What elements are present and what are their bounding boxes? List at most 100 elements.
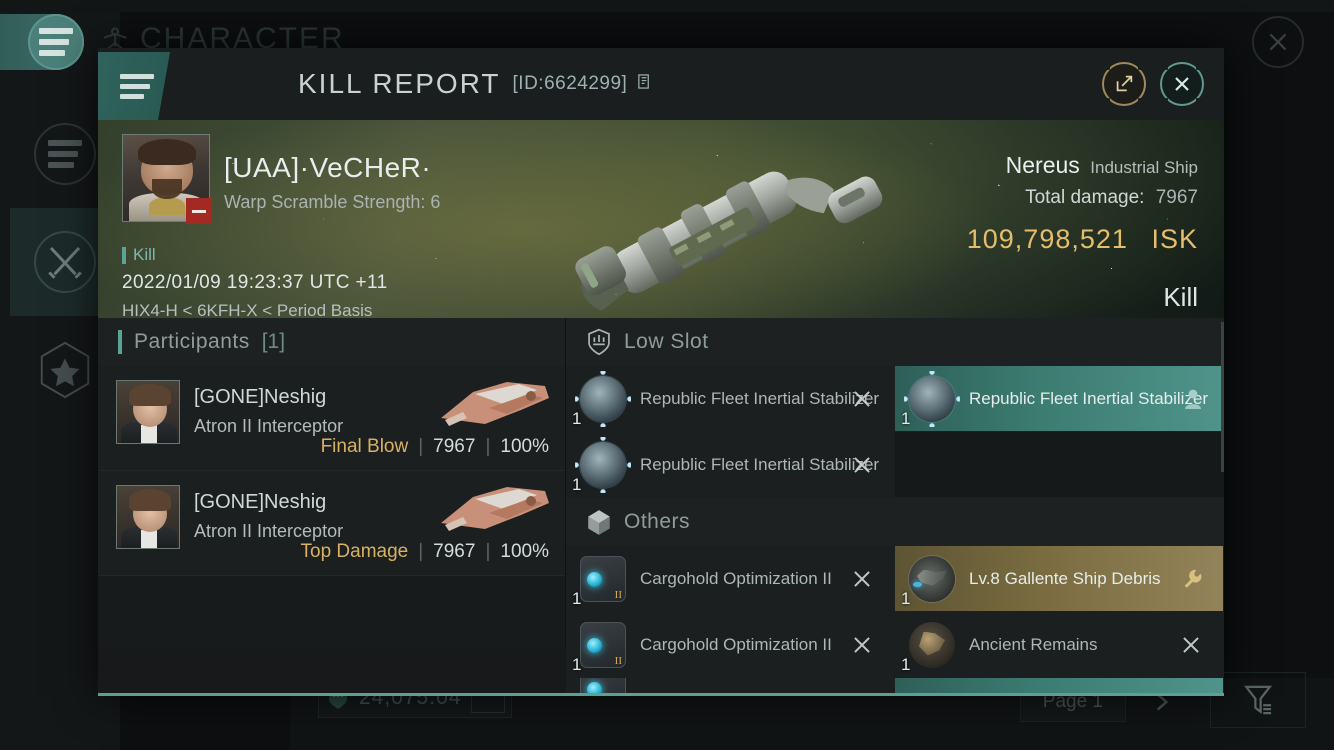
total-damage-label: Total damage: [1025, 187, 1145, 208]
low-slot-shield-icon [588, 328, 610, 356]
ship-class: Industrial Ship [1090, 158, 1198, 177]
participant-percent: 100% [500, 541, 549, 562]
background-filter-button[interactable] [1210, 672, 1306, 728]
inertial-stabilizer-icon [904, 370, 960, 427]
victim-portrait-wrap[interactable] [122, 134, 212, 224]
share-button[interactable] [1102, 62, 1146, 106]
share-external-icon [1116, 75, 1133, 92]
hamburger-menu-icon [120, 73, 154, 99]
section-accent-bar [118, 330, 122, 354]
background-menu-button[interactable] [28, 14, 84, 70]
copy-icon[interactable] [637, 73, 652, 90]
participants-panel: Participants [1] [GONE]Neshig Atron II I… [98, 318, 566, 648]
person-icon[interactable] [1183, 388, 1203, 410]
item-quantity: 1 [572, 655, 582, 674]
participant-damage: 7967 [433, 436, 476, 457]
atron-ship-icon [441, 487, 549, 531]
modal-header: KILL REPORT [ID:6624299] [98, 48, 1224, 120]
participant-name: [GONE]Neshig [194, 386, 327, 408]
modal-header-actions [1102, 62, 1204, 106]
loot-panel: Low Slot 1 Republic Fleet Inertial Stabi… [566, 318, 1224, 696]
isk-unit: ISK [1151, 224, 1198, 254]
wrench-icon[interactable] [1181, 568, 1203, 590]
report-id-label: [ID:6624299] [512, 73, 628, 94]
list-item[interactable]: 1 Republic Fleet Inertial Stabilizer [566, 432, 895, 498]
table-row[interactable]: [GONE]Neshig Atron II Interceptor Top Da… [98, 471, 565, 576]
participants-header: Participants [1] [98, 318, 565, 366]
ancient-remains-icon [909, 621, 955, 668]
list-item[interactable]: 1 Republic Fleet Inertial Stabilizer [566, 366, 895, 432]
item-quantity: 1 [901, 655, 911, 674]
atron-ship-icon [441, 382, 549, 426]
close-button[interactable] [1160, 62, 1204, 106]
item-quantity: 1 [572, 409, 582, 428]
low-slot-item-grid: 1 Republic Fleet Inertial Stabilizer 1 R… [566, 366, 1224, 498]
item-quantity: 1 [901, 589, 911, 608]
loot-scrollbar[interactable] [1221, 318, 1224, 648]
list-item[interactable]: 1 Cargohold Optimization II [566, 612, 895, 678]
list-item[interactable]: 1 Republic Fleet Inertial Stabilizer [895, 366, 1224, 432]
list-menu-icon [34, 123, 96, 185]
kill-timestamp: 2022/01/09 19:23:37 UTC +11 [122, 272, 388, 293]
participant-ship: Atron II Interceptor [194, 416, 344, 436]
close-icon[interactable] [1181, 635, 1201, 655]
loot-section-header-others: Others [566, 498, 1224, 546]
others-box-icon [588, 510, 610, 535]
inertial-stabilizer-icon [575, 370, 631, 427]
others-item-grid: 1 Cargohold Optimization II 1 Lv.8 Galle… [566, 546, 1224, 696]
close-icon[interactable] [852, 635, 872, 655]
ship-debris-icon [909, 555, 955, 602]
item-quantity: 1 [901, 409, 911, 428]
item-name: Cargohold Optimization II [640, 635, 832, 654]
list-item[interactable]: 1 Cargohold Optimization II [566, 546, 895, 612]
participant-portrait [116, 380, 180, 444]
ship-name: Nereus [1005, 152, 1080, 178]
close-icon[interactable] [852, 569, 872, 589]
modal-menu-button[interactable] [98, 52, 210, 120]
cargohold-optimization-icon [580, 621, 626, 668]
kill-hero-banner: [UAA]·VeCHeR· Warp Scramble Strength: 6 … [98, 120, 1224, 318]
star-hexagon-icon [33, 338, 97, 402]
page-title: KILL REPORT [298, 68, 501, 99]
loot-section-header-low-slot: Low Slot [566, 318, 1224, 366]
participant-ship: Atron II Interceptor [194, 521, 344, 541]
item-name: Ancient Remains [969, 635, 1098, 654]
cargohold-optimization-icon [580, 555, 626, 602]
list-item[interactable]: 1 Lv.8 Gallente Ship Debris [895, 546, 1224, 612]
kill-summary: Nereus Industrial Ship Total damage: 796… [955, 152, 1198, 313]
kill-result-label: Kill [1163, 282, 1198, 312]
background-topbar [0, 0, 1334, 12]
victim-minus-badge [186, 198, 212, 224]
participant-damage: 7967 [433, 541, 476, 562]
hamburger-menu-icon [39, 28, 73, 56]
table-row[interactable]: [GONE]Neshig Atron II Interceptor Final … [98, 366, 565, 471]
modal-body: Participants [1] [GONE]Neshig Atron II I… [98, 318, 1224, 696]
item-name: Republic Fleet Inertial Stabilizer [969, 389, 1209, 408]
crossed-swords-icon [34, 231, 96, 293]
background-close-button[interactable] [1252, 16, 1304, 68]
isk-value: 109,798,521 [966, 224, 1128, 254]
list-item-empty [895, 432, 1224, 498]
participant-stats: Top Damage | 7967 | 100% [300, 541, 550, 562]
list-item[interactable]: 1 Ancient Remains [895, 612, 1224, 678]
report-id: [ID:6624299] [513, 73, 653, 95]
victim-name: [UAA]·VeCHeR· [224, 152, 432, 183]
close-icon[interactable] [852, 389, 872, 409]
victim-subtitle: Warp Scramble Strength: 6 [224, 192, 441, 212]
kill-report-modal: KILL REPORT [ID:6624299] [UAA]·VeCHeR· W… [98, 48, 1224, 696]
kill-label: Kill [122, 245, 156, 265]
filter-funnel-icon [1243, 685, 1273, 715]
loot-section-title: Others [624, 510, 691, 533]
item-name: Republic Fleet Inertial Stabilizer [640, 455, 880, 474]
participants-title: Participants [134, 330, 250, 353]
total-damage-value: 7967 [1155, 187, 1198, 208]
participant-percent: 100% [500, 436, 549, 457]
loot-section-title: Low Slot [624, 330, 709, 353]
close-icon[interactable] [852, 455, 872, 475]
item-name: Cargohold Optimization II [640, 569, 832, 588]
nereus-ship-render [527, 120, 917, 318]
item-name: Lv.8 Gallente Ship Debris [969, 569, 1161, 588]
participants-count: [1] [261, 330, 286, 353]
inertial-stabilizer-icon [575, 436, 631, 493]
item-quantity: 1 [572, 475, 582, 494]
